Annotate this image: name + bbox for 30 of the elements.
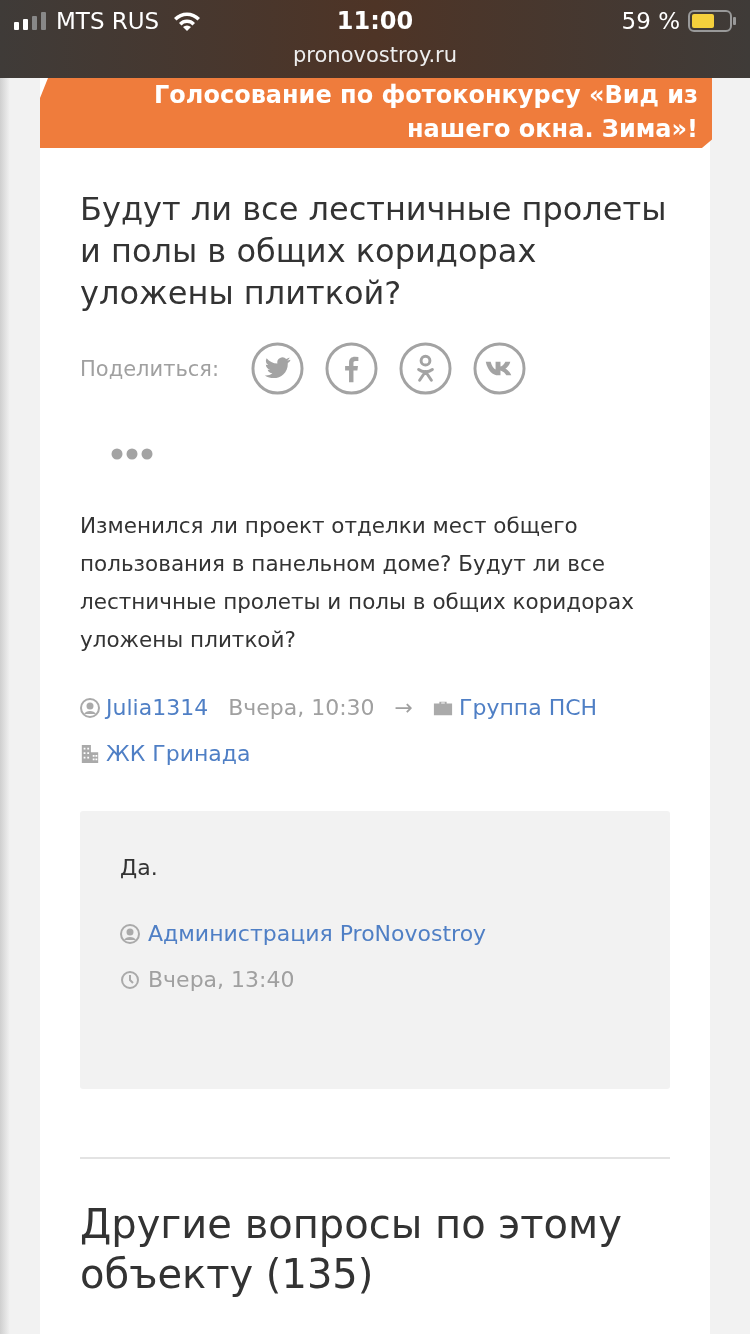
question-text: Изменился ли проект отделки мест общего пользования в панельном доме? Будут ли все лестничные пролеты и полы в общих коридорах уложены плиткой? [80,512,635,654]
answer-author-link[interactable]: Администрация ProNovostroy [148,915,487,953]
more-icon[interactable] [111,447,153,461]
stick-figure-icon[interactable] [399,342,452,395]
share-label: Поделиться: [80,356,219,381]
bird-icon[interactable] [251,342,304,395]
question-title: Будут ли все лестничные пролеты и полы в общих коридорах уложены плиткой? [80,189,668,314]
question-time: Вчера, 10:30 [228,694,375,722]
user-icon [120,924,140,944]
banner-text[interactable]: Голосование по фотоконкурсу «Вид из нашего окна. Зима»! [130,78,698,146]
clock-icon [120,970,140,990]
letter-f-icon[interactable] [325,342,378,395]
signal-icon [14,12,48,30]
battery-percent: 59 % [621,8,680,34]
clock-time: 11:00 [336,7,414,35]
wifi-icon [173,11,202,31]
battery-icon [688,10,736,32]
user-icon [80,698,100,718]
banner[interactable]: Голосование по фотоконкурсу «Вид из нашего окна. Зима»! [40,78,712,148]
author-link[interactable]: Julia1314 [106,689,209,727]
section-heading: Другие вопросы по этому объекту (135) [80,1200,623,1299]
company-link[interactable]: Группа ПСН [459,689,598,727]
url-text: pronovostroy.ru [291,42,458,68]
vk-icon[interactable] [473,342,526,395]
complex-link[interactable]: ЖК Гринада [106,735,251,773]
carrier-name: MTS RUS [56,8,160,34]
building-icon [80,744,100,764]
arrow-glyph: → [394,694,414,722]
answer-text: Да. [120,854,159,882]
answer-time: Вчера, 13:40 [148,966,295,994]
